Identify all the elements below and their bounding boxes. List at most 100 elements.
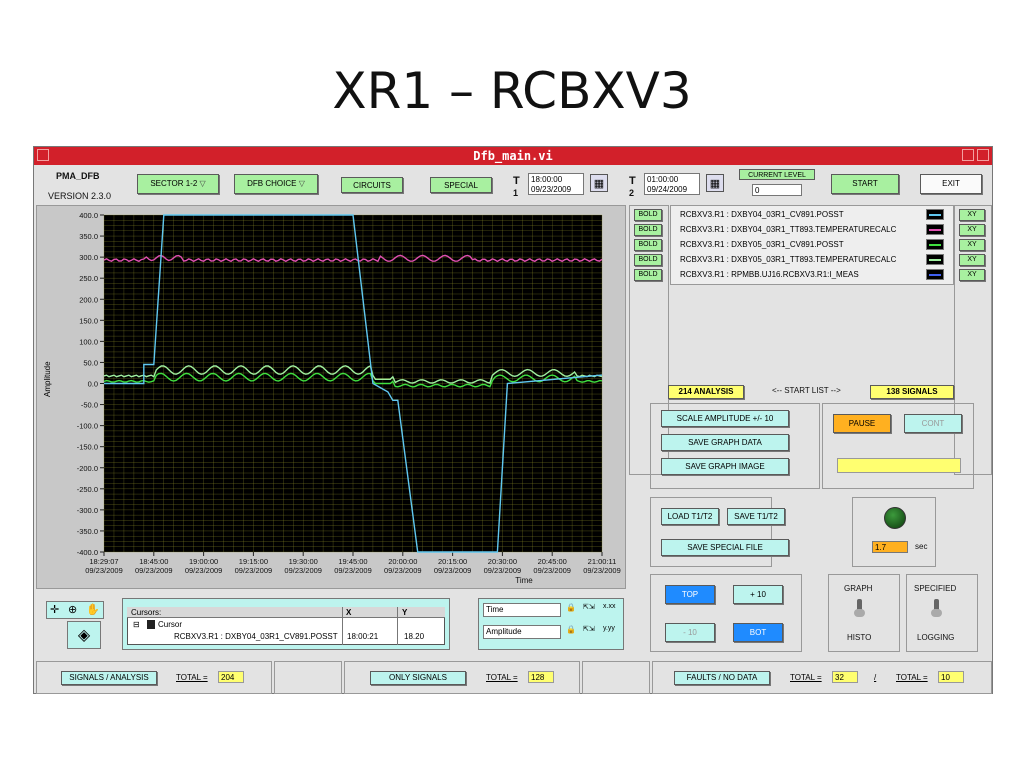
maximize-icon[interactable]	[977, 149, 989, 161]
save-special-file-button[interactable]: SAVE SPECIAL FILE	[661, 539, 789, 556]
cursor-move-icon[interactable]: ◈	[67, 621, 101, 649]
top-button[interactable]: TOP	[665, 585, 715, 604]
bold-toggle-button[interactable]: BOLD	[634, 209, 662, 221]
dfb-choice-dropdown[interactable]: DFB CHOICE ▽	[234, 174, 318, 194]
cursor-x-value[interactable]: 18:00:21	[347, 632, 378, 641]
plot-style-line	[929, 259, 941, 261]
bot-button[interactable]: BOT	[733, 623, 783, 642]
total-no-data: 10	[938, 671, 964, 683]
xy-toggle-button[interactable]: XY	[959, 254, 985, 266]
t1-date: 09/23/2009	[531, 185, 572, 194]
format-x-icon[interactable]: x.xx	[603, 603, 615, 610]
signal-legend-entry: RCBXV3.R1 : DXBY04_03R1_TT893.TEMPERATUR…	[680, 225, 897, 234]
signal-legend-entry: RCBXV3.R1 : DXBY05_03R1_CV891.POSST	[680, 240, 844, 249]
plot-style-swatch[interactable]	[926, 254, 944, 265]
calendar-icon[interactable]: ▦	[590, 174, 608, 192]
load-t1t2-button[interactable]: LOAD T1/T2	[661, 508, 719, 525]
signal-legend-entry: RCBXV3.R1 : DXBY05_03R1_TT893.TEMPERATUR…	[680, 255, 897, 264]
autoscale-y-icon[interactable]: ⇱⇲	[583, 625, 595, 633]
lock-icon[interactable]: 🔒	[566, 603, 576, 612]
signal-legend-entry: RCBXV3.R1 : DXBY04_03R1_CV891.POSST	[680, 210, 844, 219]
exit-button[interactable]: EXIT	[920, 174, 982, 194]
x-tick-time: 20:45:00	[538, 557, 567, 566]
cursor-signal: RCBXV3.R1 : DXBY04_03R1_CV891.POSST	[174, 632, 338, 641]
plot-style-line	[929, 274, 941, 276]
t1-time: 18:00:00	[531, 175, 563, 184]
delay-input[interactable]: 1.7	[872, 541, 908, 553]
t2-index: 2	[629, 188, 635, 198]
current-level-label: CURRENT LEVEL	[739, 169, 815, 180]
y-tick-label: -100.0	[77, 422, 98, 431]
x-tick-time: 19:45:00	[338, 557, 367, 566]
waveform-graph[interactable]: 400.0 350.0 300.0 250.0 200.0 150.0 100.0 50.0 0…	[36, 205, 626, 589]
t1-input[interactable]: 18:00:00 09/23/2009	[528, 173, 584, 195]
graph-histo-toggle[interactable]	[854, 599, 866, 617]
cursor-col-x: X	[346, 608, 352, 617]
calendar-icon[interactable]: ▦	[706, 174, 724, 192]
cont-button[interactable]: CONT	[904, 414, 962, 433]
xy-toggle-button[interactable]: XY	[959, 269, 985, 281]
plot-style-swatch[interactable]	[926, 269, 944, 280]
graph-label: GRAPH	[844, 584, 873, 593]
x-tick-time: 19:15:00	[239, 557, 268, 566]
cursor-y-value[interactable]: 18.20	[404, 632, 424, 641]
plus10-button[interactable]: + 10	[733, 585, 783, 604]
time-scale-label[interactable]: Time	[483, 603, 561, 617]
start-list-label: <-- START LIST -->	[772, 386, 841, 395]
xy-toggle-button[interactable]: XY	[959, 239, 985, 251]
sector-dropdown[interactable]: SECTOR 1-2 ▽	[137, 174, 219, 194]
version-label: VERSION 2.3.0	[48, 191, 112, 201]
minus10-button[interactable]: - 10	[665, 623, 715, 642]
minimize-icon[interactable]	[962, 149, 974, 161]
format-y-icon[interactable]: y.yy	[603, 625, 615, 632]
faults-no-data-button[interactable]: FAULTS / NO DATA	[674, 671, 770, 685]
cursor-table-title: Cursors:	[131, 608, 162, 617]
autoscale-x-icon[interactable]: ⇱⇲	[583, 603, 595, 611]
special-button[interactable]: SPECIAL	[430, 177, 492, 193]
y-tick-label: -150.0	[77, 443, 98, 452]
cursor-style-icon[interactable]	[147, 620, 155, 629]
total-label: TOTAL =	[486, 673, 518, 682]
signals-analysis-button[interactable]: SIGNALS / ANALYSIS	[61, 671, 157, 685]
pause-button[interactable]: PAUSE	[833, 414, 891, 433]
y-tick-label: -200.0	[77, 464, 98, 473]
xy-toggle-button[interactable]: XY	[959, 209, 985, 221]
y-tick-label: -250.0	[77, 485, 98, 494]
window-menu-icon[interactable]	[37, 149, 49, 161]
zoom-icon[interactable]: ⊕	[68, 603, 77, 616]
plot-style-swatch[interactable]	[926, 239, 944, 250]
bold-toggle-button[interactable]: BOLD	[634, 254, 662, 266]
amplitude-scale-label[interactable]: Amplitude	[483, 625, 561, 639]
y-tick-label: 250.0	[79, 274, 98, 283]
x-tick-date: 09/23/2009	[384, 566, 422, 575]
x-tick-time: 20:15:00	[438, 557, 467, 566]
x-tick-date: 09/23/2009	[185, 566, 223, 575]
chevron-down-icon: ▽	[199, 179, 206, 188]
save-graph-data-button[interactable]: SAVE GRAPH DATA	[661, 434, 789, 451]
tree-collapse-icon[interactable]: ⊟	[133, 620, 140, 629]
plot-style-swatch[interactable]	[926, 224, 944, 235]
lock-icon[interactable]: 🔒	[566, 625, 576, 634]
total-label: TOTAL =	[896, 673, 928, 682]
plot-style-swatch[interactable]	[926, 209, 944, 220]
signal-legend-entry: RCBXV3.R1 : RPMBB.UJ16.RCBXV3.R1:I_MEAS	[680, 270, 859, 279]
cursor-col-y: Y	[402, 608, 408, 617]
save-t1t2-button[interactable]: SAVE T1/T2	[727, 508, 785, 525]
circuits-button[interactable]: CIRCUITS	[341, 177, 403, 193]
pan-hand-icon[interactable]: ✋	[86, 603, 100, 616]
status-bar	[837, 458, 961, 473]
y-tick-label: 50.0	[83, 358, 98, 367]
crosshair-icon[interactable]: ✛	[50, 603, 59, 616]
current-level-input[interactable]: 0	[752, 184, 802, 196]
start-button[interactable]: START	[831, 174, 899, 194]
save-graph-image-button[interactable]: SAVE GRAPH IMAGE	[661, 458, 789, 475]
bold-toggle-button[interactable]: BOLD	[634, 239, 662, 251]
scale-amplitude-button[interactable]: SCALE AMPLITUDE +/- 10	[661, 410, 789, 427]
x-axis-label: Time	[515, 576, 533, 585]
only-signals-button[interactable]: ONLY SIGNALS	[370, 671, 466, 685]
t2-input[interactable]: 01:00:00 09/24/2009	[644, 173, 700, 195]
specified-logging-toggle[interactable]	[931, 599, 943, 617]
bold-toggle-button[interactable]: BOLD	[634, 224, 662, 236]
xy-toggle-button[interactable]: XY	[959, 224, 985, 236]
bold-toggle-button[interactable]: BOLD	[634, 269, 662, 281]
